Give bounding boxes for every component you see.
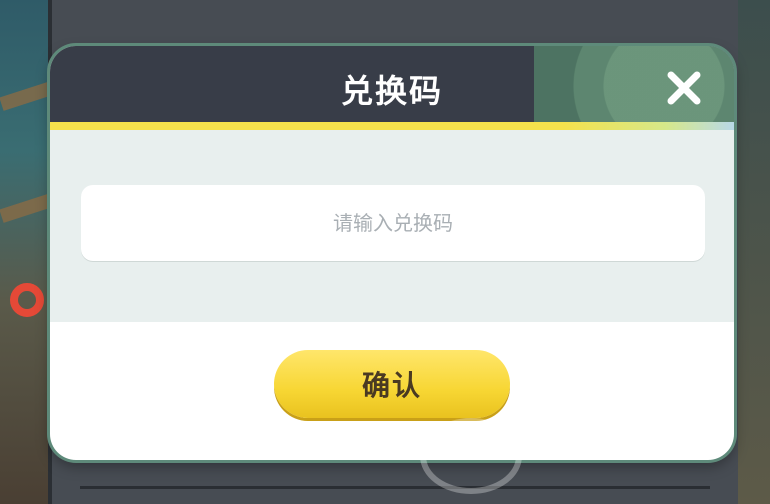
redeem-code-input[interactable] xyxy=(81,185,705,261)
close-x-icon xyxy=(667,71,701,105)
dialog-title: 兑换码 xyxy=(340,72,443,110)
watermark-logo-icon xyxy=(420,418,522,494)
confirm-button[interactable]: 确认 xyxy=(274,350,510,418)
dialog-header: 兑换码 xyxy=(50,46,734,126)
redeem-code-dialog: 兑换码 确认 xyxy=(50,46,734,460)
close-button[interactable] xyxy=(660,64,708,112)
lifebuoy-icon xyxy=(10,283,44,317)
watermark xyxy=(420,410,750,494)
input-area xyxy=(50,130,734,322)
header-accent-stripe xyxy=(50,122,734,130)
